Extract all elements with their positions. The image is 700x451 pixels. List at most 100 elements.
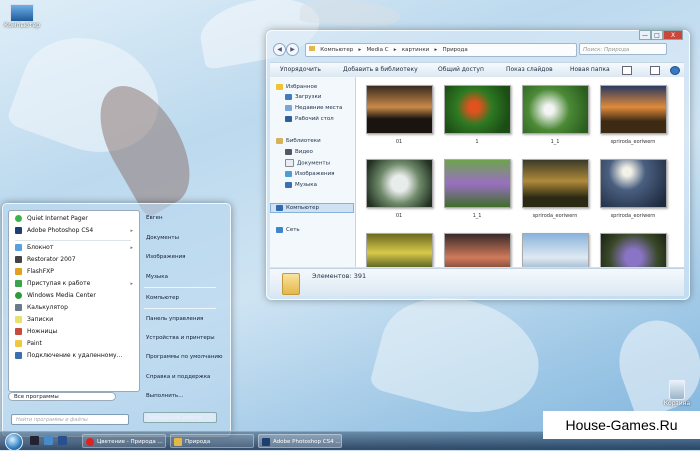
nav-desktop-label: Рабочий стол <box>295 116 334 122</box>
program-item[interactable]: Блокнот <box>15 243 53 253</box>
close-button[interactable]: X <box>663 30 683 40</box>
program-item[interactable]: Приступая к работе <box>15 279 90 289</box>
image-thumbnail[interactable] <box>600 85 667 134</box>
organize-button[interactable]: Упорядочить <box>280 63 321 77</box>
winamp-quicklaunch-icon[interactable] <box>30 436 39 445</box>
image-thumbnail[interactable] <box>366 159 433 208</box>
search-input[interactable]: Поиск: Природа <box>579 43 667 55</box>
program-label: Блокнот <box>27 244 54 251</box>
menu-divider <box>144 308 216 309</box>
program-item[interactable]: Калькулятор <box>15 303 68 313</box>
right-link-computer[interactable]: Компьютер <box>146 294 179 303</box>
nav-music[interactable]: Музыка <box>285 181 317 190</box>
breadcrumb-media-c[interactable]: Media C <box>366 47 388 53</box>
thumbnail-label: 01 <box>395 213 403 219</box>
image-thumbnail[interactable] <box>444 233 511 267</box>
forward-button[interactable]: ▶ <box>286 43 299 56</box>
recycle-bin-desktop-icon[interactable]: Корзина <box>660 380 694 407</box>
program-item[interactable]: Paint <box>15 339 42 349</box>
computer-desktop-icon[interactable]: Компьютер <box>2 4 42 29</box>
right-link-default-programs[interactable]: Программы по умолчанию <box>146 353 223 362</box>
submenu-arrow-icon[interactable]: ▸ <box>130 245 133 251</box>
program-item[interactable]: Quiet Internet Pager <box>15 214 88 224</box>
image-thumbnail[interactable] <box>366 233 433 267</box>
start-button[interactable] <box>5 433 23 451</box>
nav-downloads[interactable]: Загрузки <box>285 93 321 102</box>
program-item[interactable]: Подключение к удаленному... <box>15 351 122 361</box>
image-thumbnail[interactable] <box>522 85 589 134</box>
add-to-library-button[interactable]: Добавить в библиотеку <box>343 63 418 77</box>
nav-images-label: Изображения <box>295 171 335 177</box>
nav-documents[interactable]: Документы <box>285 159 330 169</box>
breadcrumb-nature[interactable]: Природа <box>442 47 467 53</box>
nav-favorites[interactable]: Избранное <box>276 83 317 92</box>
right-link-music[interactable]: Музыка <box>146 273 168 282</box>
nav-recent[interactable]: Недавние места <box>285 104 342 113</box>
nav-libraries[interactable]: Библиотеки <box>276 137 321 146</box>
program-label: Ножницы <box>27 328 58 335</box>
program-item[interactable]: FlashFXP <box>15 267 54 277</box>
view-options-icon[interactable] <box>622 66 632 75</box>
nav-desktop[interactable]: Рабочий стол <box>285 115 334 124</box>
breadcrumb-pictures[interactable]: картинки <box>402 47 429 53</box>
preview-pane-icon[interactable] <box>650 66 660 75</box>
nav-network[interactable]: Сеть <box>276 226 300 235</box>
watermark: House-Games.Ru <box>543 411 700 439</box>
new-folder-button[interactable]: Новая папка <box>570 63 610 77</box>
taskbar-item-explorer[interactable]: Природа <box>170 434 254 448</box>
details-pane: Элементов: 391 <box>270 268 684 296</box>
nav-video[interactable]: Видео <box>285 148 313 157</box>
back-button[interactable]: ◀ <box>273 43 286 56</box>
help-icon[interactable] <box>670 66 680 75</box>
slideshow-button[interactable]: Показ слайдов <box>506 63 553 77</box>
thumbnail-label: spriroda_eoriwern <box>532 213 578 219</box>
file-view: 01 1 1_1 spriroda_eoriwern 01 1_1 spriro… <box>356 77 684 267</box>
save-quicklaunch-icon[interactable] <box>58 436 67 445</box>
mail-quicklaunch-icon[interactable] <box>44 436 53 445</box>
minimize-button[interactable]: — <box>639 30 651 40</box>
taskbar-item-photoshop[interactable]: Adobe Photoshop CS4 ... <box>258 434 342 448</box>
all-programs-button[interactable]: Все программы <box>8 392 116 401</box>
program-item[interactable]: Windows Media Center <box>15 291 96 301</box>
submenu-arrow-icon[interactable]: ▸ <box>130 228 133 234</box>
start-search-input[interactable]: Найти программы и файлы <box>11 414 129 425</box>
right-link-control-panel[interactable]: Панель управления <box>146 315 203 324</box>
right-link-images[interactable]: Изображения <box>146 253 185 262</box>
image-thumbnail[interactable] <box>522 159 589 208</box>
nav-images[interactable]: Изображения <box>285 170 334 179</box>
breadcrumb-computer[interactable]: Компьютер <box>320 47 353 53</box>
background-petal <box>368 281 552 429</box>
image-thumbnail[interactable] <box>522 233 589 267</box>
maximize-button[interactable]: □ <box>651 30 663 40</box>
right-link-help[interactable]: Справка и поддержка <box>146 373 210 382</box>
right-link-user[interactable]: Евген <box>146 214 163 223</box>
submenu-arrow-icon[interactable]: ▸ <box>130 281 133 287</box>
program-item[interactable]: Записки <box>15 315 53 325</box>
program-item[interactable]: Ножницы <box>15 327 57 337</box>
recycle-bin-icon <box>669 380 685 400</box>
menu-divider <box>144 287 216 288</box>
taskbar-item-opera[interactable]: Цветение - Природа ... <box>82 434 166 448</box>
photoshop-icon <box>15 227 22 234</box>
start-menu: Quiet Internet Pager Adobe Photoshop CS4… <box>2 203 231 437</box>
image-thumbnail[interactable] <box>366 85 433 134</box>
nav-recent-label: Недавние места <box>295 105 343 111</box>
media-center-icon <box>15 292 22 299</box>
program-label: Калькулятор <box>27 304 68 311</box>
program-item[interactable]: Restorator 2007 <box>15 255 76 265</box>
program-item[interactable]: Adobe Photoshop CS4 <box>15 226 93 236</box>
nav-network-label: Сеть <box>286 227 300 233</box>
image-thumbnail[interactable] <box>600 159 667 208</box>
shutdown-button[interactable]: Завершение работы <box>143 412 217 423</box>
program-label: Paint <box>27 340 42 347</box>
right-link-devices[interactable]: Устройства и принтеры <box>146 334 215 343</box>
notepad-icon <box>15 244 22 251</box>
right-link-run[interactable]: Выполнить... <box>146 392 183 401</box>
right-link-documents[interactable]: Документы <box>146 234 179 243</box>
address-bar[interactable]: Компьютер ▸ Media C ▸ картинки ▸ Природа <box>305 43 577 57</box>
image-thumbnail[interactable] <box>444 85 511 134</box>
image-thumbnail[interactable] <box>444 159 511 208</box>
nav-computer[interactable]: Компьютер <box>276 204 319 213</box>
image-thumbnail[interactable] <box>600 233 667 267</box>
share-button[interactable]: Общий доступ <box>438 63 484 77</box>
